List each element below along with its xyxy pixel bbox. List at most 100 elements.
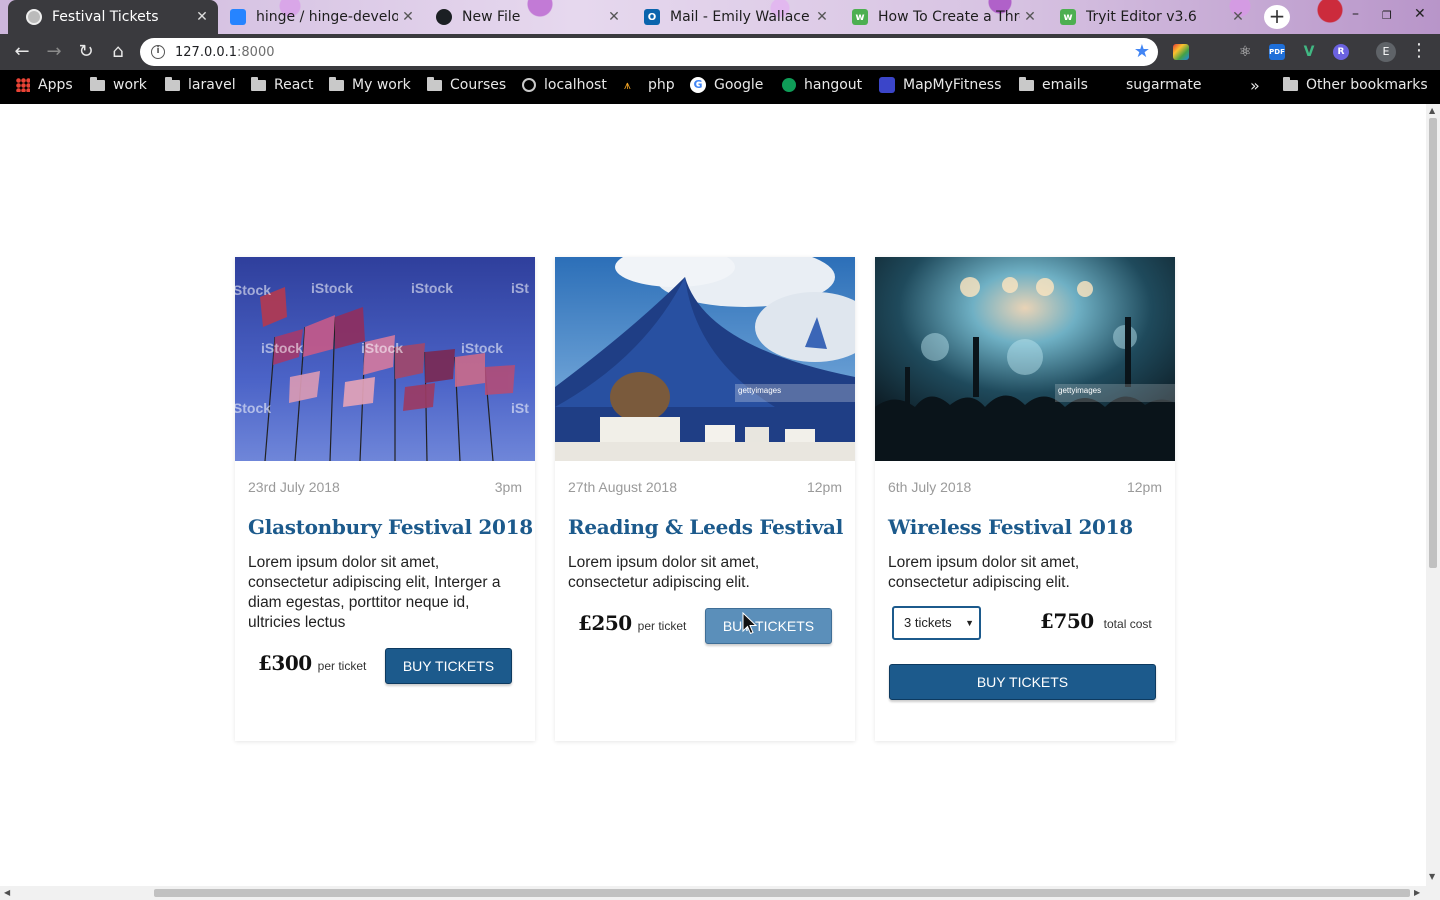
folder-icon bbox=[90, 76, 105, 91]
bookmark-work[interactable]: work bbox=[90, 70, 147, 100]
other-bookmarks[interactable]: Other bookmarks bbox=[1283, 70, 1428, 100]
bookmark-my-work[interactable]: My work bbox=[329, 70, 411, 100]
bookmark-laravel[interactable]: laravel bbox=[165, 70, 236, 100]
close-window-button[interactable]: ✕ bbox=[1414, 6, 1426, 22]
event-meta: 23rd July 2018 3pm bbox=[248, 479, 522, 495]
horizontal-scrollbar[interactable]: ◀ ▶ bbox=[0, 886, 1440, 900]
globe-icon bbox=[522, 78, 536, 92]
bookmark-courses[interactable]: Courses bbox=[427, 70, 506, 100]
horizontal-scroll-thumb[interactable] bbox=[154, 889, 1410, 897]
event-time: 3pm bbox=[494, 479, 522, 495]
tab-title: How To Create a Thre bbox=[878, 9, 1020, 25]
menu-kebab-icon[interactable]: ⋮ bbox=[1410, 40, 1428, 61]
scroll-down-icon[interactable]: ▼ bbox=[1429, 872, 1435, 881]
site-info-icon[interactable]: i bbox=[151, 45, 165, 59]
tab-hinge[interactable]: hinge / hinge-develo ✕ bbox=[220, 0, 424, 34]
flags-photo: iStock iStock iStock iSt iStock iStock iStock… bbox=[235, 257, 535, 461]
svg-text:gettyimages: gettyimages bbox=[738, 386, 781, 395]
chevron-down-icon: ▼ bbox=[965, 618, 974, 628]
folder-icon bbox=[251, 76, 266, 91]
festival-image-concert: gettyimages bbox=[875, 257, 1175, 461]
bookmark-php[interactable]: ⩚ php bbox=[624, 70, 675, 100]
svg-text:iSt: iSt bbox=[511, 400, 529, 416]
festival-description: Lorem ipsum dolor sit amet, consectetur … bbox=[248, 554, 501, 631]
bitbucket-icon bbox=[230, 9, 246, 25]
buy-tickets-button[interactable]: BUY TICKETS bbox=[385, 648, 512, 684]
vue-icon[interactable]: V bbox=[1301, 44, 1317, 60]
quantity-value: 3 tickets bbox=[904, 615, 952, 630]
close-tab-icon[interactable]: ✕ bbox=[812, 9, 832, 25]
scroll-right-icon[interactable]: ▶ bbox=[1414, 888, 1420, 897]
minimize-button[interactable]: – bbox=[1352, 6, 1359, 22]
festival-description: Lorem ipsum dolor sit amet, consectetur … bbox=[888, 554, 1080, 591]
ticket-quantity-select[interactable]: 3 tickets ▼ bbox=[892, 606, 981, 640]
festival-description: Lorem ipsum dolor sit amet, consectetur … bbox=[568, 554, 760, 591]
github-icon bbox=[436, 9, 452, 25]
google-icon: G bbox=[690, 77, 706, 93]
outlook-icon: O bbox=[644, 9, 660, 25]
colorful-grid-icon[interactable] bbox=[1173, 44, 1189, 60]
tab-how-to-create[interactable]: w How To Create a Thre ✕ bbox=[842, 0, 1046, 34]
price-unit: per ticket bbox=[637, 619, 687, 633]
price-unit: per ticket bbox=[317, 659, 367, 673]
festival-card-wireless: gettyimages 6th July 2018 12pm Wireless … bbox=[875, 257, 1175, 741]
bookmark-hangout[interactable]: hangout bbox=[782, 70, 862, 100]
buy-tickets-button[interactable]: BUY TICKETS bbox=[705, 608, 832, 644]
forward-arrow-icon[interactable]: → bbox=[42, 40, 66, 64]
mapmyfitness-icon bbox=[879, 77, 895, 93]
bookmark-star-icon[interactable]: ★ bbox=[1134, 41, 1150, 62]
reload-icon[interactable]: ↻ bbox=[74, 40, 98, 64]
tab-tryit-editor[interactable]: w Tryit Editor v3.6 ✕ bbox=[1050, 0, 1254, 34]
back-arrow-icon[interactable]: ← bbox=[10, 40, 34, 64]
close-tab-icon[interactable]: ✕ bbox=[1020, 9, 1040, 25]
restore-button[interactable]: ❐ bbox=[1382, 9, 1392, 22]
address-bar[interactable]: i 127.0.0.1:8000 ★ bbox=[140, 38, 1158, 66]
apps-grid-icon bbox=[16, 78, 30, 92]
home-icon[interactable]: ⌂ bbox=[106, 40, 130, 64]
profile-avatar[interactable]: E bbox=[1376, 42, 1396, 62]
close-tab-icon[interactable]: ✕ bbox=[398, 9, 418, 25]
react-icon[interactable]: ⚛ bbox=[1237, 44, 1253, 60]
buy-tickets-button[interactable]: BUY TICKETS bbox=[889, 664, 1156, 700]
scroll-left-icon[interactable]: ◀ bbox=[4, 888, 10, 897]
bookmark-google[interactable]: G Google bbox=[690, 70, 763, 100]
event-date: 6th July 2018 bbox=[888, 479, 972, 495]
ticket-price: £300 per ticket bbox=[258, 651, 366, 675]
festival-title[interactable]: Reading & Leeds Festival bbox=[568, 515, 847, 539]
svg-text:iStock: iStock bbox=[235, 400, 271, 416]
bookmark-react[interactable]: React bbox=[251, 70, 313, 100]
bookmark-localhost[interactable]: localhost bbox=[522, 70, 607, 100]
bookmark-mapmyfitness[interactable]: MapMyFitness bbox=[879, 70, 1001, 100]
scroll-up-icon[interactable]: ▲ bbox=[1429, 106, 1435, 115]
vertical-scrollbar[interactable]: ▲ ▼ bbox=[1426, 104, 1440, 886]
close-tab-icon[interactable]: ✕ bbox=[604, 9, 624, 25]
tab-festival-tickets[interactable]: Festival Tickets ✕ bbox=[8, 0, 218, 34]
bookmark-sugarmate[interactable]: sugarmate bbox=[1126, 70, 1201, 100]
vertical-scroll-thumb[interactable] bbox=[1429, 118, 1437, 568]
tab-new-file[interactable]: New File ✕ bbox=[426, 0, 630, 34]
close-tab-icon[interactable]: ✕ bbox=[1228, 9, 1248, 25]
svg-text:iStock: iStock bbox=[311, 280, 353, 296]
tab-title: hinge / hinge-develo bbox=[256, 9, 398, 25]
tab-title: Festival Tickets bbox=[52, 9, 159, 25]
festival-title[interactable]: Wireless Festival 2018 bbox=[888, 515, 1167, 539]
tab-mail[interactable]: O Mail - Emily Wallace - ✕ bbox=[634, 0, 838, 34]
price-unit: total cost bbox=[1103, 617, 1152, 631]
tent-photo: gettyimages bbox=[555, 257, 855, 461]
pdf-icon[interactable]: PDF bbox=[1269, 44, 1285, 60]
festival-title[interactable]: Glastonbury Festival 2018 bbox=[248, 515, 533, 539]
bookmark-emails[interactable]: emails bbox=[1019, 70, 1088, 100]
new-tab-button[interactable]: + bbox=[1264, 5, 1290, 29]
tab-title: Tryit Editor v3.6 bbox=[1086, 9, 1197, 25]
page-content: iStock iStock iStock iSt iStock iStock iStock… bbox=[0, 104, 1426, 886]
globe-icon bbox=[26, 9, 42, 25]
close-tab-icon[interactable]: ✕ bbox=[192, 9, 212, 25]
tab-title: New File bbox=[462, 9, 521, 25]
svg-text:iStock: iStock bbox=[361, 340, 403, 356]
r-icon[interactable]: R bbox=[1333, 44, 1349, 60]
event-meta: 6th July 2018 12pm bbox=[888, 479, 1162, 495]
bookmarks-overflow-icon[interactable]: » bbox=[1250, 70, 1260, 100]
bookmark-apps[interactable]: Apps bbox=[16, 70, 73, 100]
event-time: 12pm bbox=[1126, 479, 1162, 495]
ticket-price: £250 per ticket bbox=[578, 611, 686, 635]
